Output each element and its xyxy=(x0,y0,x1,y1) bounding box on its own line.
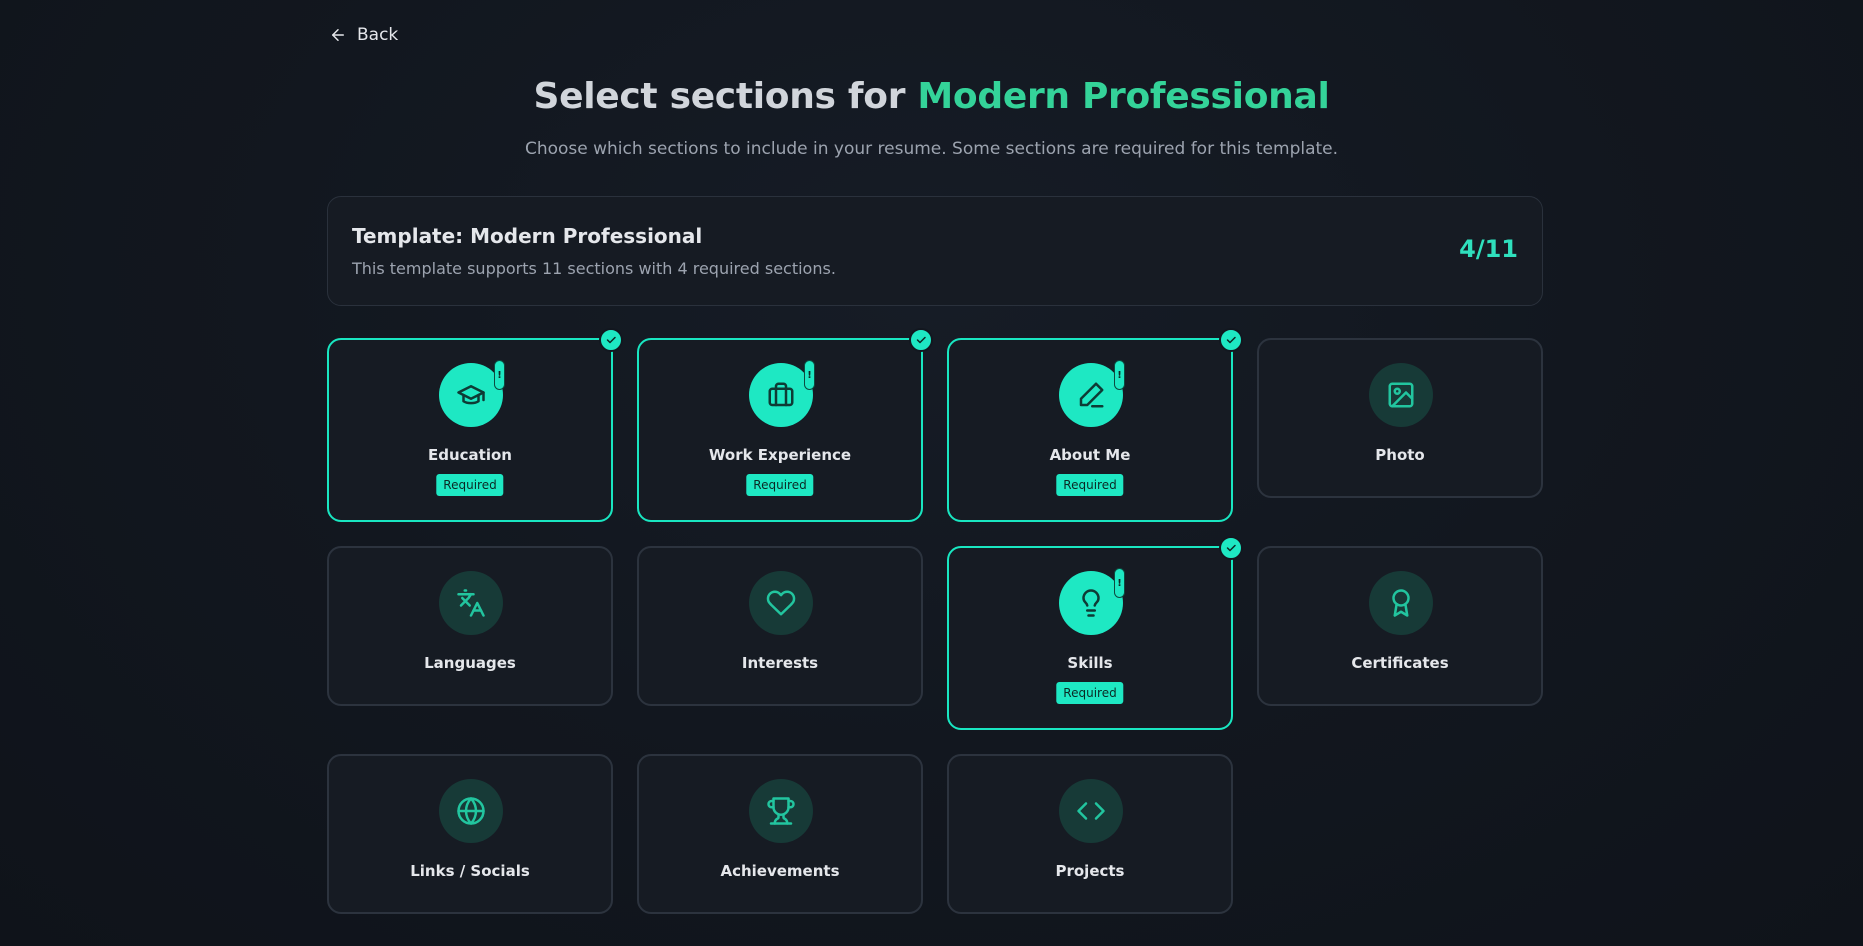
required-marker: ! xyxy=(494,360,505,390)
section-card-education[interactable]: ! Education Required xyxy=(327,328,623,522)
section-card-certificates[interactable]: Certificates xyxy=(1257,546,1543,706)
check-icon xyxy=(1219,328,1243,352)
section-card-about-me[interactable]: ! About Me Required xyxy=(947,328,1243,522)
section-label: Skills xyxy=(1067,654,1113,672)
trophy-icon xyxy=(749,779,813,843)
section-card-interests[interactable]: Interests xyxy=(637,546,923,706)
heart-icon xyxy=(749,571,813,635)
section-label: Links / Socials xyxy=(410,862,530,880)
image-icon xyxy=(1369,363,1433,427)
required-badge: Required xyxy=(1056,474,1124,496)
check-icon xyxy=(909,328,933,352)
template-info-card: Template: Modern Professional This templ… xyxy=(327,196,1543,306)
section-card-links-socials[interactable]: Links / Socials xyxy=(327,754,613,914)
title-prefix: Select sections for xyxy=(533,76,918,117)
selected-count: 4/11 xyxy=(1459,235,1518,263)
section-card-skills[interactable]: ! Skills Required xyxy=(947,536,1243,730)
globe-icon xyxy=(439,779,503,843)
arrow-left-icon xyxy=(332,29,344,41)
back-label: Back xyxy=(357,25,399,45)
section-label: Certificates xyxy=(1351,654,1449,672)
section-card-languages[interactable]: Languages xyxy=(327,546,613,706)
page-subtitle: Choose which sections to include in your… xyxy=(524,139,1339,159)
section-card-work-experience[interactable]: ! Work Experience Required xyxy=(637,328,933,522)
translate-icon xyxy=(439,571,503,635)
section-card-photo[interactable]: Photo xyxy=(1257,338,1543,498)
required-badge: Required xyxy=(1056,682,1124,704)
section-label: Achievements xyxy=(720,862,840,880)
code-icon xyxy=(1059,779,1123,843)
template-info-title: Template: Modern Professional xyxy=(352,224,703,248)
check-icon xyxy=(1219,536,1243,560)
section-label: Photo xyxy=(1375,446,1425,464)
section-card-achievements[interactable]: Achievements xyxy=(637,754,923,914)
page-title: Select sections for Modern Professional xyxy=(0,76,1863,117)
award-icon xyxy=(1369,571,1433,635)
required-badge: Required xyxy=(436,474,504,496)
section-label: Work Experience xyxy=(708,446,852,464)
required-marker: ! xyxy=(1114,568,1125,598)
section-label: About Me xyxy=(1049,446,1131,464)
required-marker: ! xyxy=(1114,360,1125,390)
template-info-description: This template supports 11 sections with … xyxy=(352,259,836,278)
back-button[interactable]: Back xyxy=(329,25,398,45)
section-label: Languages xyxy=(424,654,516,672)
required-badge: Required xyxy=(746,474,814,496)
section-label: Projects xyxy=(1055,862,1125,880)
check-icon xyxy=(599,328,623,352)
section-label: Education xyxy=(428,446,512,464)
title-template-name: Modern Professional xyxy=(917,76,1330,117)
section-label: Interests xyxy=(741,654,819,672)
section-card-projects[interactable]: Projects xyxy=(947,754,1233,914)
required-marker: ! xyxy=(804,360,815,390)
